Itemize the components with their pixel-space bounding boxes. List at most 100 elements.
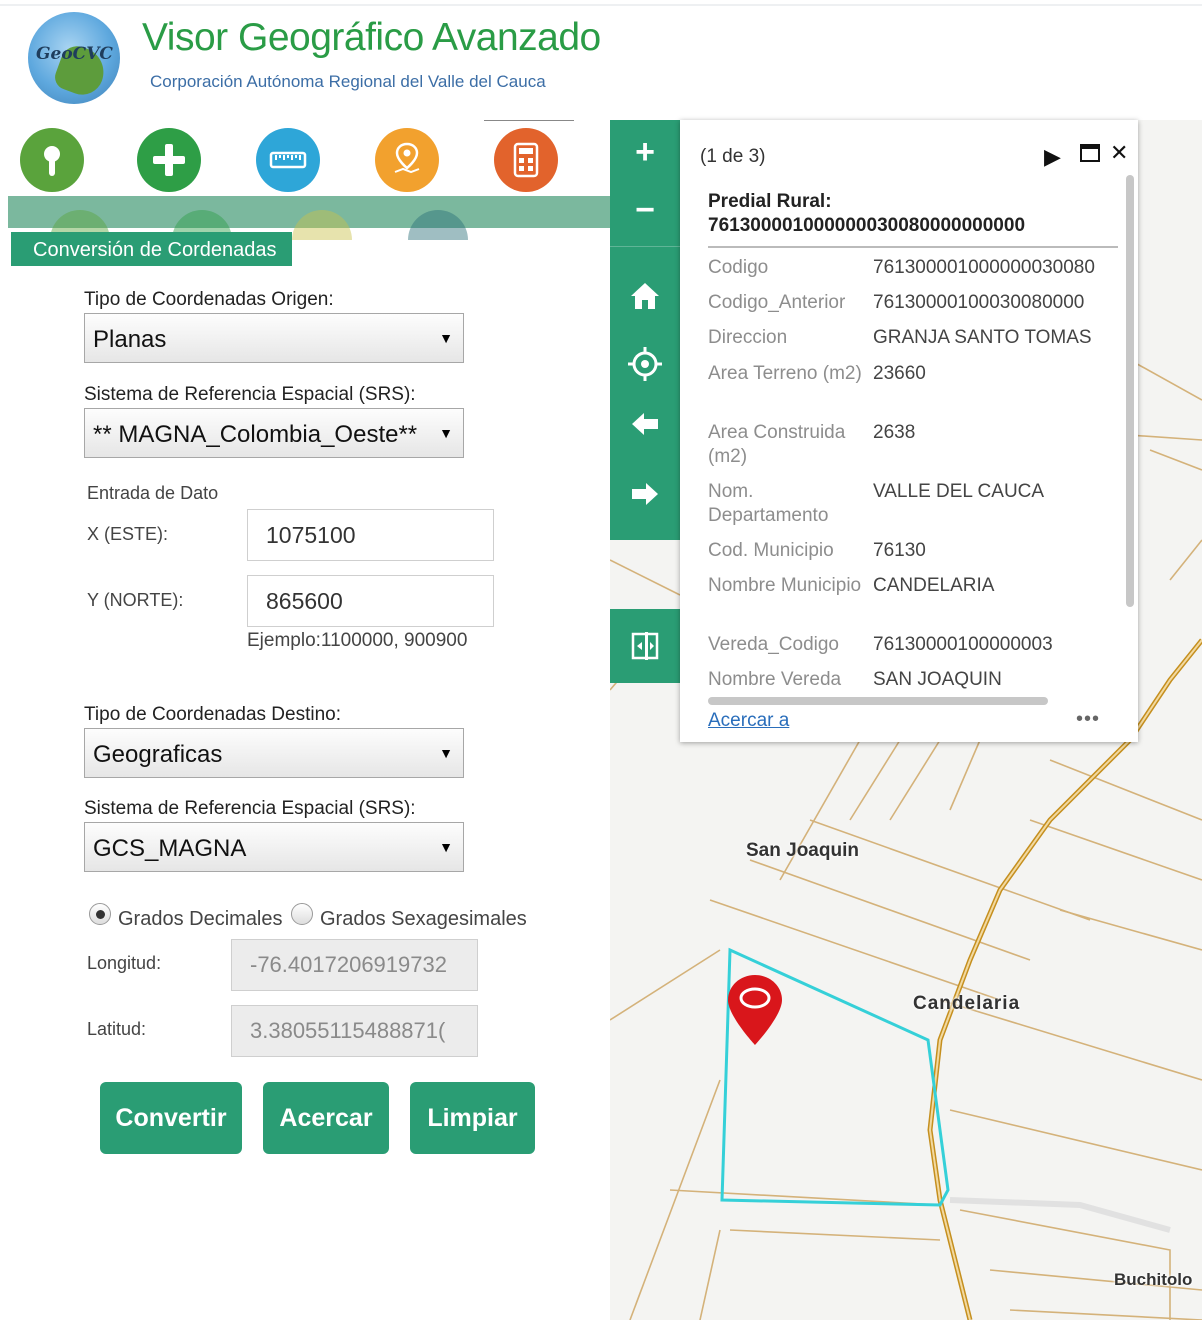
attribute-key: Area Construida (m2) <box>708 422 846 467</box>
attribute-value: 761300001000000030080 <box>873 257 1095 278</box>
chevron-down-icon: ▼ <box>439 745 453 761</box>
swipe-tool-button[interactable] <box>610 609 680 683</box>
previous-extent-button[interactable] <box>610 392 680 456</box>
home-button[interactable] <box>610 264 680 328</box>
map-pin-tool-button[interactable] <box>375 128 439 192</box>
top-divider <box>0 4 1202 6</box>
calculator-icon <box>513 142 539 178</box>
attribute-table[interactable]: Codigo 761300001000000030080 Codigo_Ante… <box>708 256 1128 692</box>
y-north-input[interactable]: 865600 <box>247 575 494 627</box>
attribute-value: SAN JOAQUIN <box>873 669 1002 690</box>
maximize-icon <box>1080 144 1100 162</box>
clear-button[interactable]: Limpiar <box>410 1082 535 1154</box>
radio-sexagesimal-label: Grados Sexagesimales <box>320 908 527 930</box>
measure-tool-button[interactable] <box>256 128 320 192</box>
location-info-tool-button[interactable] <box>20 128 84 192</box>
attribute-key: Nombre Municipio <box>708 575 862 596</box>
origin-srs-select[interactable]: ** MAGNA_Colombia_Oeste** ▼ <box>84 408 464 458</box>
attribute-value: 76130000100000003 <box>873 634 1053 655</box>
attribute-row: Cod. Municipio 76130 <box>708 539 1128 574</box>
origin-type-value: Planas <box>93 326 167 353</box>
arrow-right-icon <box>632 483 658 505</box>
attribute-key: Area Terreno (m2) <box>708 363 862 384</box>
active-tool-indicator <box>484 120 574 121</box>
locate-button[interactable] <box>610 332 680 396</box>
dest-type-label: Tipo de Coordenadas Destino: <box>84 704 342 725</box>
map-pin-icon <box>394 142 420 174</box>
attribute-key: Nom. Departamento <box>708 481 829 526</box>
next-record-button[interactable]: ▶ <box>1044 144 1061 170</box>
attribute-row: Codigo_Anterior 76130000100030080000 <box>708 291 1128 326</box>
attribute-row: Area Construida (m2) 2638 <box>708 421 1128 480</box>
popup-title: Predial Rural: 7613000010000000300800000… <box>708 190 1025 238</box>
arrow-left-icon <box>632 413 658 435</box>
geo-viewer-page: GeoCVC Visor Geográfico Avanzado Corpora… <box>0 0 1202 1320</box>
crosshair-icon <box>628 347 662 381</box>
attribute-row: Nom. Departamento VALLE DEL CAUCA <box>708 480 1128 539</box>
map-navigation-bar: + − <box>610 120 680 540</box>
chevron-down-icon: ▼ <box>439 330 453 346</box>
attribute-row: Nombre Vereda SAN JOAQUIN <box>708 668 1128 692</box>
more-options-button[interactable]: ••• <box>1076 708 1100 731</box>
origin-type-select[interactable]: Planas ▼ <box>84 313 464 363</box>
close-popup-button[interactable]: ✕ <box>1110 140 1128 166</box>
longitude-label: Longitud: <box>87 953 162 973</box>
place-label-buchitolo: Buchitolo <box>1114 1270 1193 1289</box>
latitude-label: Latitud: <box>87 1019 147 1039</box>
maximize-button[interactable] <box>1080 142 1100 168</box>
zoom-out-button[interactable]: − <box>610 178 680 242</box>
place-label-san-joaquin: San Joaquin <box>746 840 859 861</box>
x-label: X (ESTE): <box>87 524 169 544</box>
swipe-compare-icon <box>631 632 659 660</box>
measure-icon <box>269 151 307 169</box>
feature-popup: (1 de 3) ▶ ✕ Predial Rural: 761300001000… <box>680 120 1138 742</box>
attribute-key: Direccion <box>708 327 788 348</box>
longitude-output[interactable]: -76.4017206919732 <box>231 939 478 991</box>
logo-text: GeoCVC <box>36 44 113 64</box>
x-east-input[interactable]: 1075100 <box>247 509 494 561</box>
calculator-tool-button[interactable] <box>494 128 558 192</box>
chevron-down-icon: ▼ <box>439 425 453 441</box>
attribute-value: 2638 <box>873 422 916 443</box>
radio-decimal-label: Grados Decimales <box>118 908 283 930</box>
popup-title-code: 761300001000000030080000000000 <box>708 215 1026 236</box>
radio-sexagesimal-degrees[interactable] <box>291 903 313 925</box>
attribute-row: Codigo 761300001000000030080 <box>708 256 1128 291</box>
attribute-key: Codigo_Anterior <box>708 292 846 313</box>
popup-vertical-scrollbar[interactable] <box>1126 175 1134 607</box>
dest-srs-label: Sistema de Referencia Espacial (SRS): <box>84 798 416 819</box>
attribute-value: 76130000100030080000 <box>873 292 1085 313</box>
popup-horizontal-scrollbar[interactable] <box>708 697 1048 705</box>
add-tool-button[interactable] <box>137 128 201 192</box>
next-extent-button[interactable] <box>610 462 680 526</box>
latitude-output[interactable]: 3.38055115488871( <box>231 1005 478 1057</box>
zoom-button[interactable]: Acercar <box>263 1082 389 1154</box>
input-section-label: Entrada de Dato <box>87 483 219 503</box>
radio-decimal-degrees[interactable] <box>89 903 111 925</box>
attribute-value: GRANJA SANTO TOMAS <box>873 327 1092 348</box>
attribute-value: 23660 <box>873 363 926 384</box>
example-hint: Ejemplo:1100000, 900900 <box>247 630 468 651</box>
zoom-to-link[interactable]: Acercar a <box>708 710 789 732</box>
location-info-icon <box>44 146 60 176</box>
zoom-in-button[interactable]: + <box>610 120 680 184</box>
coordinate-conversion-tab[interactable]: Conversión de Cordenadas <box>11 232 292 266</box>
origin-srs-value: ** MAGNA_Colombia_Oeste** <box>93 421 418 448</box>
attribute-value: 76130 <box>873 540 926 561</box>
geocvc-logo: GeoCVC <box>28 12 120 104</box>
close-icon: ✕ <box>1110 140 1129 165</box>
convert-button[interactable]: Convertir <box>100 1082 242 1154</box>
dest-srs-select[interactable]: GCS_MAGNA ▼ <box>84 822 464 872</box>
attribute-value: VALLE DEL CAUCA <box>873 481 1045 502</box>
attribute-key: Codigo <box>708 257 769 278</box>
home-icon <box>631 283 659 309</box>
app-title: Visor Geográfico Avanzado <box>142 16 601 59</box>
attribute-key: Cod. Municipio <box>708 540 834 561</box>
attribute-key: Nombre Vereda <box>708 669 842 690</box>
chevron-down-icon: ▼ <box>439 839 453 855</box>
origin-srs-label: Sistema de Referencia Espacial (SRS): <box>84 384 416 405</box>
dest-type-select[interactable]: Geograficas ▼ <box>84 728 464 778</box>
dest-type-value: Geograficas <box>93 741 223 768</box>
add-icon <box>153 144 185 176</box>
y-label: Y (NORTE): <box>87 590 184 610</box>
